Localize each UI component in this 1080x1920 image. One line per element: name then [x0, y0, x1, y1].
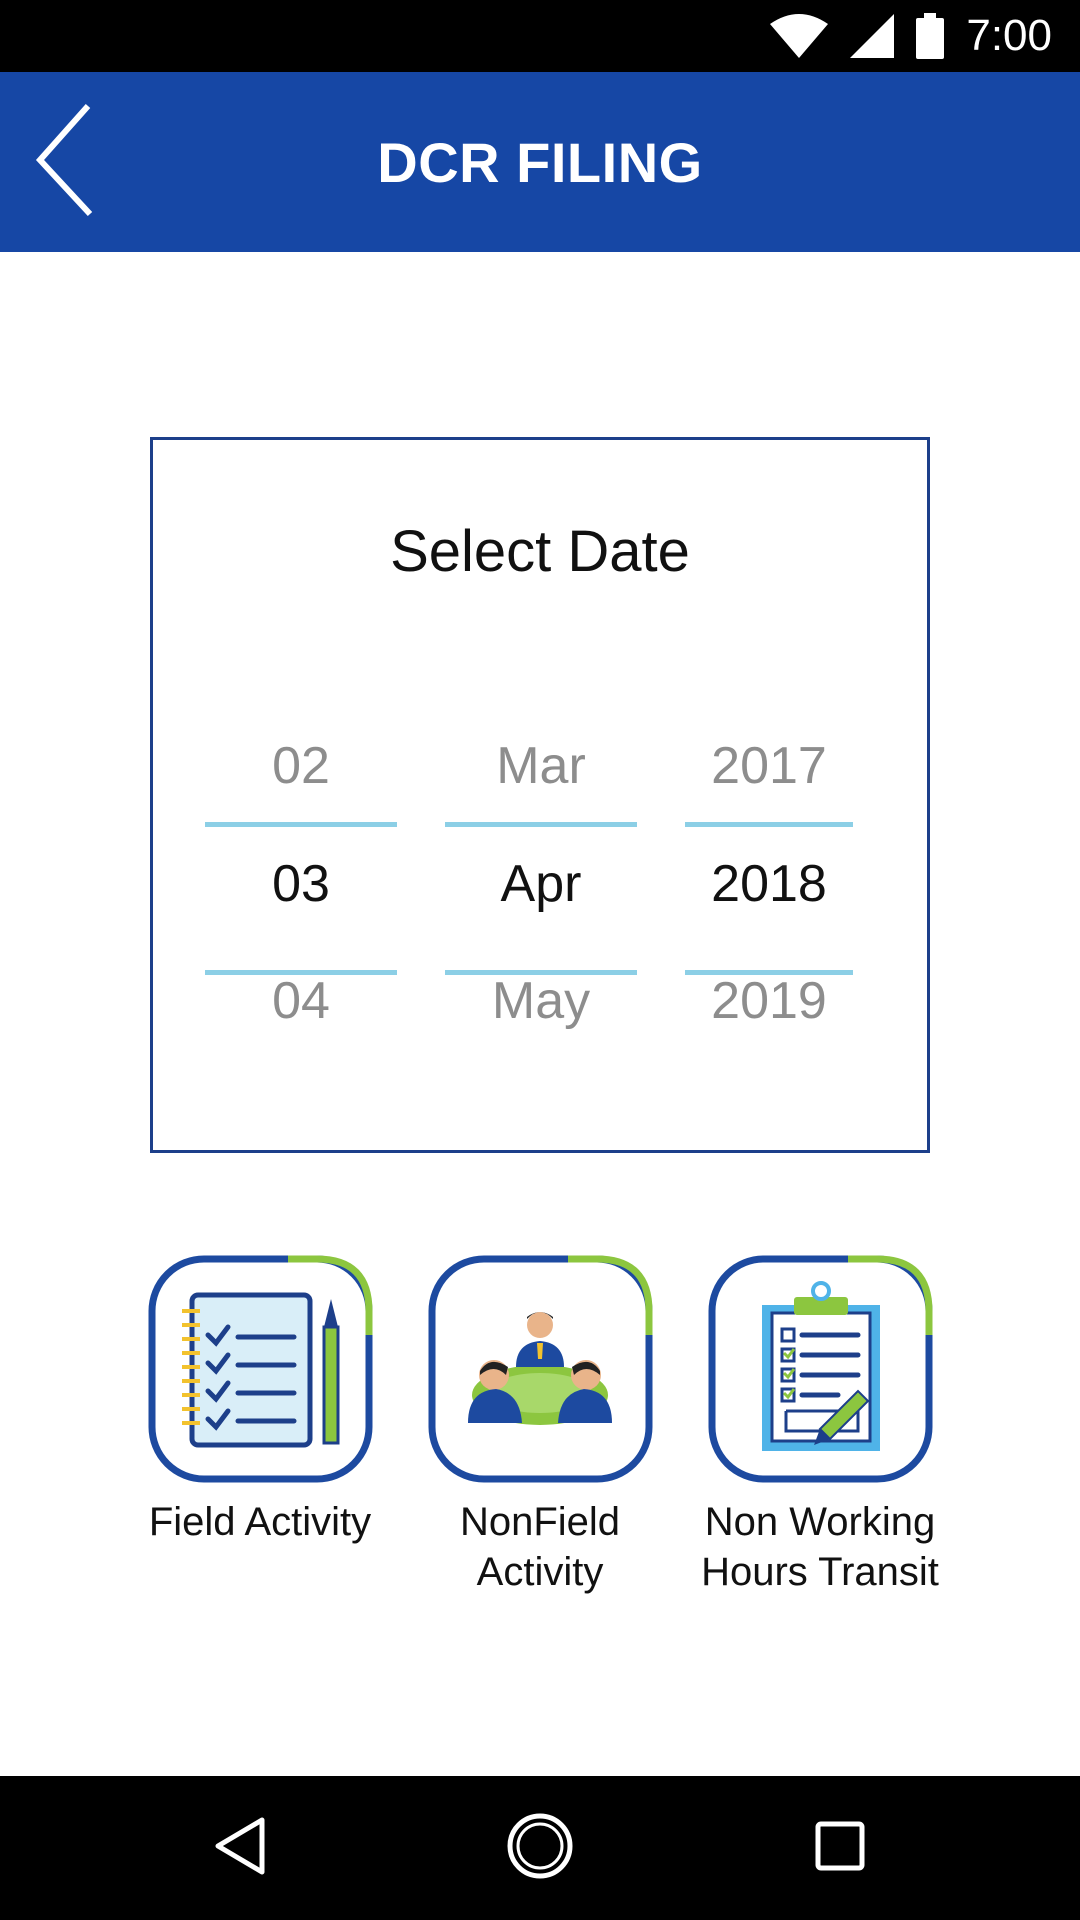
date-picker-card: Select Date 02 03 04 Mar Apr May 2017 20… — [150, 437, 930, 1153]
year-divider-top — [685, 822, 853, 827]
day-picker[interactable]: 02 03 04 — [205, 740, 397, 1040]
clipboard-checklist-icon — [708, 1255, 933, 1483]
cell-signal-icon — [850, 14, 895, 58]
month-selected[interactable]: Apr — [445, 858, 637, 910]
field-activity-label: Field Activity — [148, 1500, 372, 1544]
page-title: DCR FILING — [377, 130, 703, 194]
wifi-icon — [770, 14, 829, 58]
day-selected[interactable]: 03 — [205, 858, 397, 910]
battery-icon — [916, 13, 945, 59]
non-working-hours-transit-label: Non Working Hours Transit — [701, 1500, 939, 1594]
year-picker[interactable]: 2017 2018 2019 — [685, 740, 853, 1040]
date-picker-title: Select Date — [390, 519, 690, 584]
month-divider-top — [445, 822, 637, 827]
meeting-people-icon — [428, 1255, 653, 1483]
nav-home-button[interactable] — [470, 1776, 610, 1920]
year-selected[interactable]: 2018 — [685, 858, 853, 910]
month-next[interactable]: May — [445, 975, 637, 1027]
nav-back-button[interactable] — [170, 1776, 310, 1920]
app-bar: DCR FILING — [0, 72, 1080, 252]
nonfield-activity-label: NonField Activity — [459, 1500, 621, 1594]
back-button[interactable] — [30, 102, 130, 222]
day-prev[interactable]: 02 — [205, 740, 397, 792]
non-working-hours-transit-button[interactable]: Non Working Hours Transit — [700, 1255, 940, 1597]
recents-square-icon — [814, 1820, 866, 1877]
nonfield-activity-button[interactable]: NonField Activity — [420, 1255, 660, 1597]
month-prev[interactable]: Mar — [445, 740, 637, 792]
status-time: 7:00 — [966, 11, 1052, 60]
day-next[interactable]: 04 — [205, 975, 397, 1027]
field-activity-button[interactable]: Field Activity — [140, 1255, 380, 1547]
notebook-checklist-icon — [148, 1255, 373, 1483]
day-divider-top — [205, 822, 397, 827]
home-circle-icon — [505, 1811, 575, 1886]
year-next[interactable]: 2019 — [685, 975, 853, 1027]
status-icons: 7:00 — [770, 0, 1052, 72]
month-picker[interactable]: Mar Apr May — [445, 740, 637, 1040]
back-chevron-icon — [30, 104, 130, 226]
status-bar: 7:00 — [0, 0, 1080, 72]
back-triangle-icon — [212, 1816, 268, 1881]
navigation-bar — [0, 1776, 1080, 1920]
year-prev[interactable]: 2017 — [685, 740, 853, 792]
nav-recents-button[interactable] — [770, 1776, 910, 1920]
